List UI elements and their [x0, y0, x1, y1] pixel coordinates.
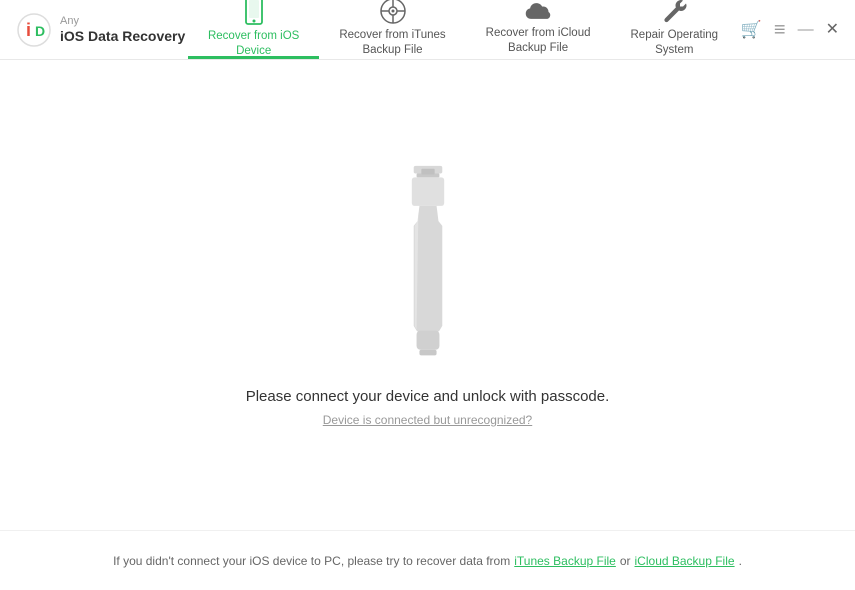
- tab-itunes-label: Recover from iTunesBackup File: [339, 28, 445, 58]
- svg-text:i: i: [26, 20, 31, 40]
- svg-text:D: D: [35, 23, 45, 39]
- minimize-button[interactable]: —: [798, 22, 814, 38]
- tab-repair[interactable]: Repair OperatingSystem: [611, 0, 739, 59]
- cloud-icon: [524, 0, 552, 22]
- wrench-icon: [660, 0, 688, 24]
- title-bar: i D Any iOS Data Recovery Recover from i…: [0, 0, 855, 60]
- phone-icon: [240, 0, 268, 25]
- music-icon: [379, 0, 407, 24]
- app-main-name: iOS Data Recovery: [60, 28, 185, 45]
- footer-text-before: If you didn't connect your iOS device to…: [113, 554, 510, 568]
- itunes-link[interactable]: iTunes Backup File: [514, 554, 616, 568]
- app-logo: i D Any iOS Data Recovery: [16, 12, 185, 48]
- tab-icloud-label: Recover from iCloudBackup File: [486, 26, 591, 56]
- status-text: Please connect your device and unlock wi…: [246, 388, 610, 405]
- app-any-label: Any: [60, 15, 185, 28]
- unrecognized-link[interactable]: Device is connected but unrecognized?: [323, 413, 532, 427]
- tab-ios-device[interactable]: Recover from iOSDevice: [188, 0, 319, 59]
- tab-icloud[interactable]: Recover from iCloudBackup File: [466, 0, 611, 59]
- app-name: Any iOS Data Recovery: [60, 15, 185, 45]
- nav-tabs: Recover from iOSDevice Recover from iTun…: [188, 0, 738, 59]
- main-content: Please connect your device and unlock wi…: [0, 60, 855, 530]
- footer-text-middle: or: [620, 554, 631, 568]
- cart-button[interactable]: 🛒: [741, 21, 762, 38]
- tab-ios-device-label: Recover from iOSDevice: [208, 29, 299, 59]
- footer-text-after: .: [739, 554, 742, 568]
- tab-itunes[interactable]: Recover from iTunesBackup File: [319, 0, 465, 59]
- window-controls: 🛒 ≡ — ✕: [741, 20, 839, 40]
- tab-repair-label: Repair OperatingSystem: [631, 28, 719, 58]
- close-button[interactable]: ✕: [826, 22, 839, 38]
- footer: If you didn't connect your iOS device to…: [0, 530, 855, 590]
- app-logo-icon: i D: [16, 12, 52, 48]
- cable-svg: [383, 164, 473, 364]
- cable-illustration: [383, 164, 473, 364]
- menu-button[interactable]: ≡: [774, 20, 786, 40]
- icloud-link[interactable]: iCloud Backup File: [635, 554, 735, 568]
